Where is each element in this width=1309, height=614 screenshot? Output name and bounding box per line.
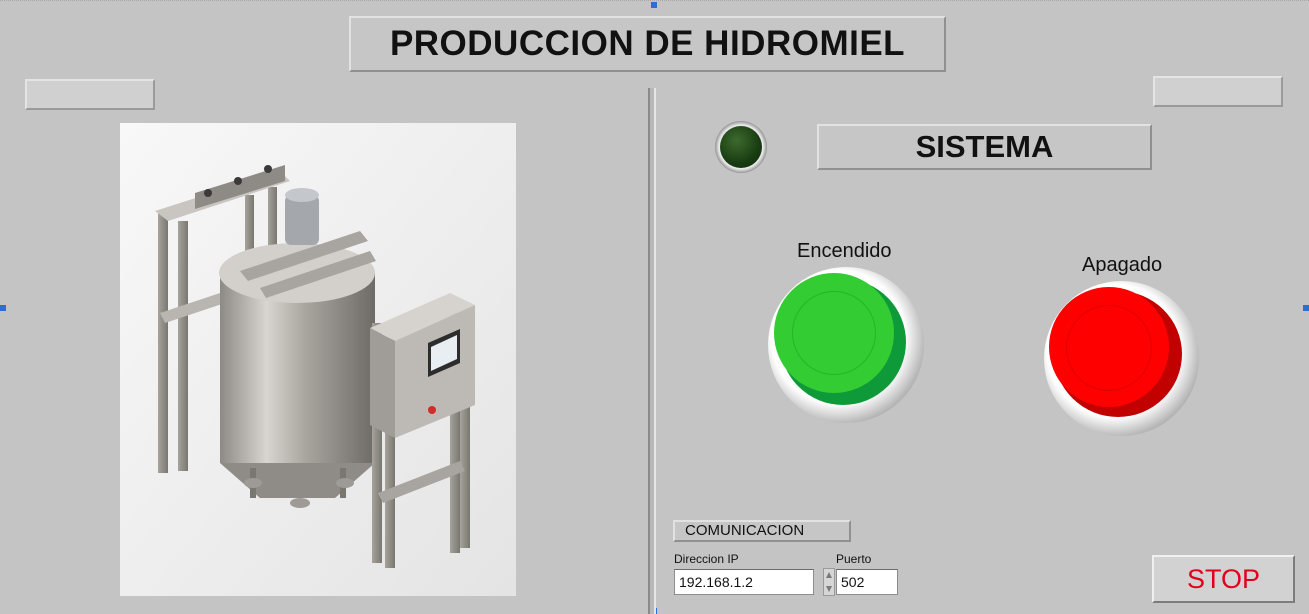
stop-button-label: STOP (1186, 563, 1261, 594)
system-status-led (715, 121, 767, 173)
port-label: Puerto (836, 552, 872, 566)
ip-address-field[interactable]: 192.168.1.2 (674, 569, 814, 595)
empty-indicator-right (1153, 76, 1283, 107)
resize-handle-top[interactable] (651, 2, 657, 8)
page-title: PRODUCCION DE HIDROMIEL (389, 24, 906, 63)
communication-title: COMUNICACION (685, 522, 805, 539)
port-field[interactable]: 502 (836, 569, 898, 595)
port-spinner[interactable] (823, 568, 835, 596)
ip-label: Direccion IP (674, 552, 739, 566)
vertical-divider (648, 88, 656, 614)
mead-production-tank-image (120, 123, 516, 596)
stop-button[interactable]: STOP (1152, 555, 1295, 603)
off-button-ring (1066, 305, 1152, 391)
on-button-label: Encendido (797, 240, 892, 262)
front-panel: PRODUCCION DE HIDROMIEL SISTEMA Encendid… (0, 0, 1309, 614)
resize-handle-right[interactable] (1303, 305, 1309, 311)
on-button[interactable] (768, 267, 924, 423)
off-button-label: Apagado (1082, 254, 1163, 276)
empty-indicator-left (25, 79, 155, 110)
system-label: SISTEMA (915, 129, 1054, 164)
communication-label-box: COMUNICACION (673, 520, 851, 542)
off-button[interactable] (1044, 281, 1199, 436)
system-label-box: SISTEMA (817, 124, 1152, 170)
spinner-arrows-icon (826, 572, 832, 592)
resize-handle-left[interactable] (0, 305, 6, 311)
led-lamp (720, 126, 762, 168)
on-button-ring (792, 291, 876, 375)
tank-illustration (120, 123, 516, 596)
page-title-box: PRODUCCION DE HIDROMIEL (349, 16, 946, 72)
